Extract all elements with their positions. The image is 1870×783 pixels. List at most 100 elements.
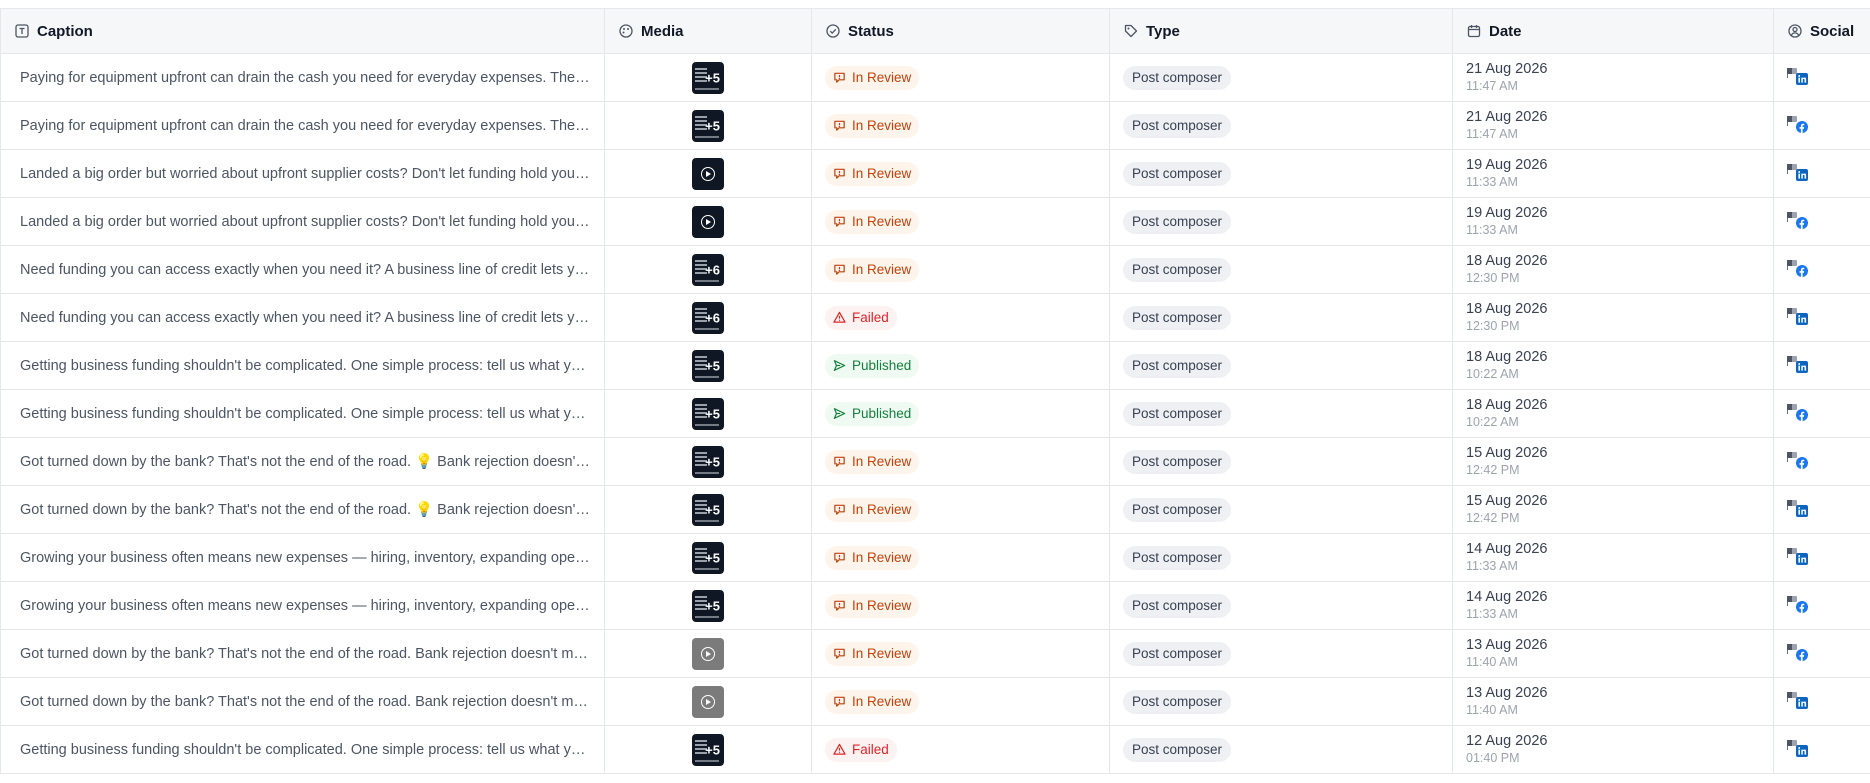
social-account[interactable] (1787, 690, 1811, 710)
column-header-date[interactable]: Date (1452, 9, 1774, 54)
table-row[interactable]: Getting business funding shouldn't be co… (0, 389, 1870, 438)
time-text: 12:42 PM (1466, 510, 1520, 525)
media-thumbnail[interactable]: +5 (692, 397, 724, 430)
caption-text[interactable]: Got turned down by the bank? That's not … (1, 694, 604, 710)
caption-text[interactable]: Landed a big order but worried about upf… (1, 214, 604, 230)
social-account[interactable] (1787, 546, 1811, 566)
table-row[interactable]: Landed a big order but worried about upf… (0, 149, 1870, 198)
media-thumbnail[interactable]: +5 (692, 541, 724, 574)
media-thumbnail[interactable]: +5 (692, 493, 724, 526)
table-row[interactable]: Got turned down by the bank? That's not … (0, 485, 1870, 534)
table-row[interactable]: Need funding you can access exactly when… (0, 245, 1870, 294)
social-account[interactable] (1787, 354, 1811, 374)
table-row[interactable]: Getting business funding shouldn't be co… (0, 341, 1870, 390)
table-row[interactable]: Need funding you can access exactly when… (0, 293, 1870, 342)
social-account[interactable] (1787, 594, 1811, 614)
media-thumbnail[interactable]: +5 (692, 589, 724, 622)
media-thumbnail[interactable] (692, 157, 724, 190)
social-account[interactable] (1787, 306, 1811, 326)
social-account[interactable] (1787, 114, 1811, 134)
media-thumbnail[interactable] (692, 685, 724, 718)
social-account[interactable] (1787, 450, 1811, 470)
date-text: 12 Aug 2026 (1466, 733, 1548, 750)
review-alert-icon (833, 647, 846, 660)
date-text: 15 Aug 2026 (1466, 493, 1548, 510)
column-header-status-label: Status (848, 22, 894, 40)
status-label: In Review (852, 694, 912, 709)
column-header-type[interactable]: Type (1109, 9, 1453, 54)
media-thumbnail[interactable]: +6 (692, 253, 724, 286)
media-thumbnail[interactable]: +5 (692, 733, 724, 766)
media-thumbnail[interactable]: +5 (692, 349, 724, 382)
caption-text[interactable]: Landed a big order but worried about upf… (1, 166, 604, 182)
linkedin-icon (1796, 744, 1808, 757)
social-account[interactable] (1787, 210, 1811, 230)
table-row[interactable]: Got turned down by the bank? That's not … (0, 437, 1870, 486)
type-badge: Post composer (1123, 689, 1232, 714)
linkedin-icon (1796, 312, 1808, 325)
status-badge: Published (825, 353, 920, 378)
column-header-media[interactable]: Media (604, 9, 812, 54)
posts-table: Caption Media Status Type Date Social Pa… (0, 9, 1870, 774)
caption-text[interactable]: Need funding you can access exactly when… (1, 310, 604, 326)
time-text: 11:40 AM (1466, 702, 1518, 717)
caption-text[interactable]: Need funding you can access exactly when… (1, 262, 604, 278)
table-row[interactable]: Getting business funding shouldn't be co… (0, 725, 1870, 774)
table-row[interactable]: Paying for equipment upfront can drain t… (0, 101, 1870, 150)
warning-icon (833, 743, 846, 756)
media-thumbnail[interactable]: +5 (692, 445, 724, 478)
status-badge: In Review (825, 689, 920, 714)
warning-icon (833, 311, 846, 324)
caption-text[interactable]: Paying for equipment upfront can drain t… (1, 70, 604, 86)
date-text: 18 Aug 2026 (1466, 301, 1548, 318)
date-text: 19 Aug 2026 (1466, 205, 1548, 222)
date-text: 15 Aug 2026 (1466, 445, 1548, 462)
date-text: 14 Aug 2026 (1466, 541, 1548, 558)
caption-text[interactable]: Got turned down by the bank? That's not … (1, 646, 604, 662)
media-thumbnail[interactable] (692, 205, 724, 238)
column-header-social[interactable]: Social (1773, 9, 1870, 54)
review-alert-icon (833, 503, 846, 516)
media-count: +5 (705, 70, 720, 85)
facebook-icon (1796, 648, 1808, 661)
column-header-type-label: Type (1146, 22, 1180, 40)
media-thumbnail[interactable] (692, 637, 724, 670)
column-header-social-label: Social (1810, 22, 1855, 40)
play-icon (701, 214, 715, 229)
table-row[interactable]: Landed a big order but worried about upf… (0, 197, 1870, 246)
caption-text[interactable]: Getting business funding shouldn't be co… (1, 742, 604, 758)
table-top-edge (0, 0, 1870, 9)
caption-text[interactable]: Getting business funding shouldn't be co… (1, 358, 604, 374)
review-alert-icon (833, 599, 846, 612)
media-thumbnail[interactable]: +5 (692, 61, 724, 94)
caption-text[interactable]: Got turned down by the bank? That's not … (1, 453, 604, 470)
table-row[interactable]: Growing your business often means new ex… (0, 581, 1870, 630)
media-count: +5 (705, 502, 720, 517)
table-row[interactable]: Paying for equipment upfront can drain t… (0, 53, 1870, 102)
table-row[interactable]: Got turned down by the bank? That's not … (0, 629, 1870, 678)
caption-text[interactable]: Getting business funding shouldn't be co… (1, 406, 604, 422)
date-text: 13 Aug 2026 (1466, 637, 1548, 654)
media-count: +5 (705, 742, 720, 757)
social-account[interactable] (1787, 66, 1811, 86)
media-thumbnail[interactable]: +6 (692, 301, 724, 334)
table-row[interactable]: Growing your business often means new ex… (0, 533, 1870, 582)
linkedin-icon (1796, 696, 1808, 709)
caption-text[interactable]: Growing your business often means new ex… (1, 598, 604, 614)
social-account[interactable] (1787, 498, 1811, 518)
social-account[interactable] (1787, 162, 1811, 182)
caption-text[interactable]: Got turned down by the bank? That's not … (1, 501, 604, 518)
column-header-status[interactable]: Status (811, 9, 1110, 54)
date-text: 18 Aug 2026 (1466, 253, 1548, 270)
table-row[interactable]: Got turned down by the bank? That's not … (0, 677, 1870, 726)
social-account[interactable] (1787, 402, 1811, 422)
column-header-caption[interactable]: Caption (0, 9, 605, 54)
caption-text[interactable]: Paying for equipment upfront can drain t… (1, 118, 604, 134)
status-badge: In Review (825, 257, 920, 282)
media-thumbnail[interactable]: +5 (692, 109, 724, 142)
social-account[interactable] (1787, 738, 1811, 758)
social-account[interactable] (1787, 258, 1811, 278)
social-account[interactable] (1787, 642, 1811, 662)
text-icon (15, 24, 29, 38)
caption-text[interactable]: Growing your business often means new ex… (1, 550, 604, 566)
